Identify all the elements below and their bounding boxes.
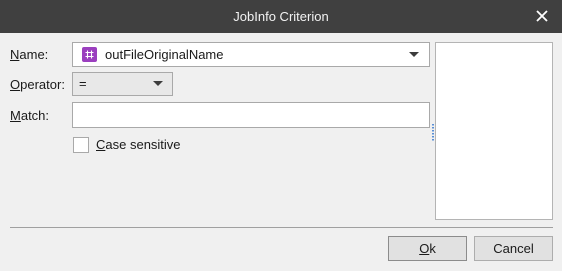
operator-label: Operator: <box>10 77 65 92</box>
name-label-rest: ame: <box>19 47 49 62</box>
match-input[interactable] <box>72 102 430 128</box>
side-panel <box>435 42 553 220</box>
title-bar: JobInfo Criterion <box>0 0 562 33</box>
close-button[interactable] <box>528 3 556 29</box>
operator-dropdown[interactable]: = <box>72 72 173 96</box>
separator <box>10 227 553 228</box>
name-dropdown-value: outFileOriginalName <box>105 47 224 62</box>
case-label-rest: ase sensitive <box>105 137 181 152</box>
ok-label-rest: k <box>429 241 436 256</box>
operator-label-mnemonic: O <box>10 77 21 92</box>
hash-tag-icon <box>82 47 97 62</box>
operator-dropdown-value: = <box>79 76 87 91</box>
ok-button[interactable]: Ok <box>388 236 467 261</box>
match-label-mnemonic: M <box>10 108 21 123</box>
close-icon <box>536 10 548 22</box>
match-label: Match: <box>10 108 49 123</box>
case-label-mnemonic: C <box>96 137 106 152</box>
name-dropdown[interactable]: outFileOriginalName <box>72 42 430 67</box>
operator-label-rest: perator: <box>20 77 65 92</box>
cancel-button[interactable]: Cancel <box>474 236 553 261</box>
ok-mnemonic: O <box>419 241 430 256</box>
name-label-mnemonic: N <box>10 47 20 62</box>
case-sensitive-label[interactable]: Case sensitive <box>96 137 181 153</box>
chevron-down-icon <box>153 81 163 86</box>
case-sensitive-checkbox[interactable] <box>73 137 89 153</box>
splitter-handle[interactable] <box>432 124 434 142</box>
name-label: Name: <box>10 47 48 62</box>
window-title: JobInfo Criterion <box>233 9 329 24</box>
match-label-rest: atch: <box>20 108 50 123</box>
chevron-down-icon <box>409 52 419 57</box>
